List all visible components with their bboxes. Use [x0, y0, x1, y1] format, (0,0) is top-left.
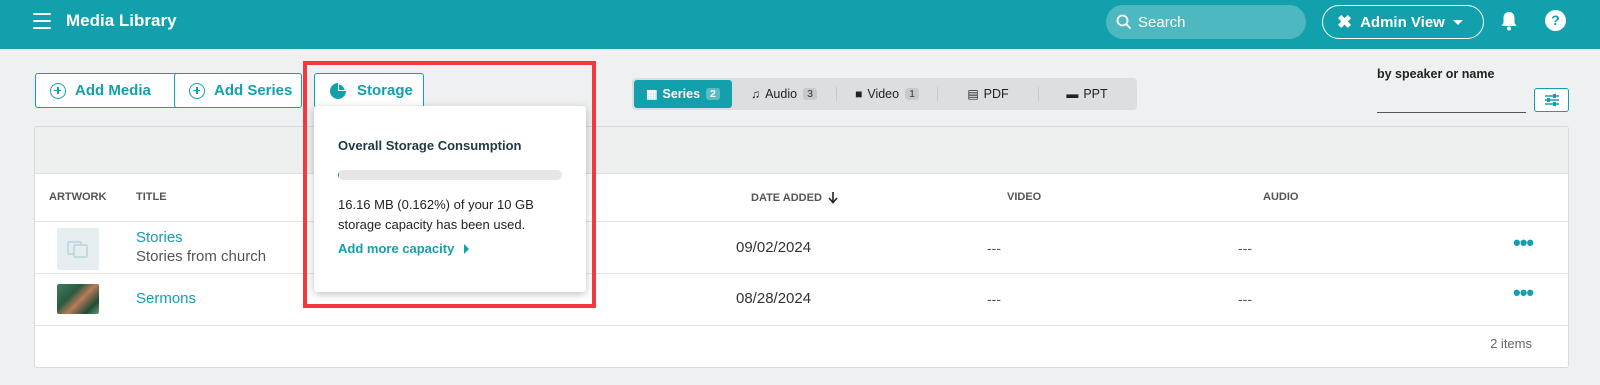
bell-icon[interactable]: [1500, 11, 1518, 31]
more-options-icon[interactable]: •••: [1513, 230, 1534, 256]
row-title-link[interactable]: Sermons: [136, 290, 196, 307]
sliders-icon: [1544, 94, 1559, 106]
column-header-audio: AUDIO: [1263, 191, 1299, 203]
add-media-button[interactable]: Add Media: [35, 73, 192, 108]
media-table-card: ARTWORK TITLE DATE ADDED VIDEO AUDIO Sto…: [34, 126, 1569, 368]
more-options-icon[interactable]: •••: [1513, 280, 1534, 306]
tab-video-count: 1: [905, 88, 919, 100]
search-icon: [1116, 14, 1132, 30]
tab-video-label: Video: [867, 87, 900, 101]
tab-ppt-label: PPT: [1083, 87, 1108, 101]
column-header-date-added[interactable]: DATE ADDED: [751, 191, 839, 204]
column-header-video: VIDEO: [1007, 191, 1042, 203]
filter-options-button[interactable]: [1534, 88, 1569, 112]
help-icon[interactable]: ?: [1545, 10, 1566, 31]
add-series-label: Add Series: [214, 82, 293, 99]
speaker-filter-label: by speaker or name: [1377, 67, 1495, 81]
row-subtitle: Stories from church: [136, 248, 267, 265]
tab-audio-label: Audio: [765, 87, 798, 101]
plus-circle-icon: [50, 82, 66, 99]
table-footer: 2 items: [35, 325, 1568, 367]
date-added-label: DATE ADDED: [751, 191, 822, 204]
row-date-added: 08/28/2024: [736, 290, 812, 307]
tab-ppt[interactable]: ▬ PPT: [1039, 80, 1135, 108]
tab-series[interactable]: ▦ Series 2: [634, 80, 732, 108]
app-title: Media Library: [66, 11, 177, 30]
presentation-icon: ▬: [1066, 87, 1079, 101]
tools-icon: ✖: [1337, 11, 1353, 32]
tab-video[interactable]: ■ Video 1: [837, 80, 937, 108]
music-note-icon: ♫: [751, 87, 761, 101]
highlight-box: [303, 61, 596, 308]
column-header-title[interactable]: TITLE: [136, 191, 167, 203]
row-video: ---: [987, 291, 1001, 307]
table-row[interactable]: Stories Stories from church 09/02/2024 -…: [35, 221, 1568, 273]
tab-pdf[interactable]: ▤ PDF: [938, 80, 1038, 108]
speaker-filter-input[interactable]: [1377, 89, 1526, 113]
row-audio: ---: [1238, 291, 1252, 307]
add-media-label: Add Media: [75, 82, 151, 99]
artwork-placeholder: [57, 228, 99, 270]
row-video: ---: [987, 240, 1001, 256]
admin-view-label: Admin View: [1360, 13, 1445, 31]
pdf-icon: ▤: [967, 87, 979, 101]
search-input[interactable]: Search: [1106, 5, 1306, 39]
search-placeholder: Search: [1138, 13, 1186, 31]
tab-audio-count: 3: [803, 88, 817, 100]
plus-circle-icon: [189, 82, 205, 99]
tab-series-label: Series: [662, 87, 701, 101]
row-date-added: 09/02/2024: [736, 239, 812, 256]
items-count: 2 items: [1490, 336, 1532, 351]
tab-series-count: 2: [706, 88, 720, 100]
tab-audio[interactable]: ♫ Audio 3: [732, 80, 836, 108]
caret-down-icon: [1452, 19, 1463, 25]
table-toolbar: [35, 127, 1568, 174]
artwork-thumbnail: [57, 284, 99, 314]
row-title-link[interactable]: Stories: [136, 229, 183, 246]
menu-icon[interactable]: [33, 13, 51, 29]
top-bar: Media Library Search ✖ Admin View ?: [0, 0, 1600, 49]
tab-pdf-label: PDF: [983, 87, 1009, 101]
table-row[interactable]: Sermons 08/28/2024 --- --- •••: [35, 273, 1568, 325]
add-series-button[interactable]: Add Series: [174, 73, 302, 108]
column-header-artwork: ARTWORK: [49, 191, 107, 203]
row-audio: ---: [1238, 240, 1252, 256]
media-type-tabs: ▦ Series 2 ♫ Audio 3 ■ Video 1 ▤ PDF ▬ P…: [632, 78, 1137, 110]
admin-view-button[interactable]: ✖ Admin View: [1322, 5, 1484, 39]
series-placeholder-icon: [67, 241, 88, 258]
arrow-down-icon: [828, 192, 838, 204]
video-camera-icon: ■: [855, 87, 863, 101]
series-icon: ▦: [646, 87, 658, 101]
